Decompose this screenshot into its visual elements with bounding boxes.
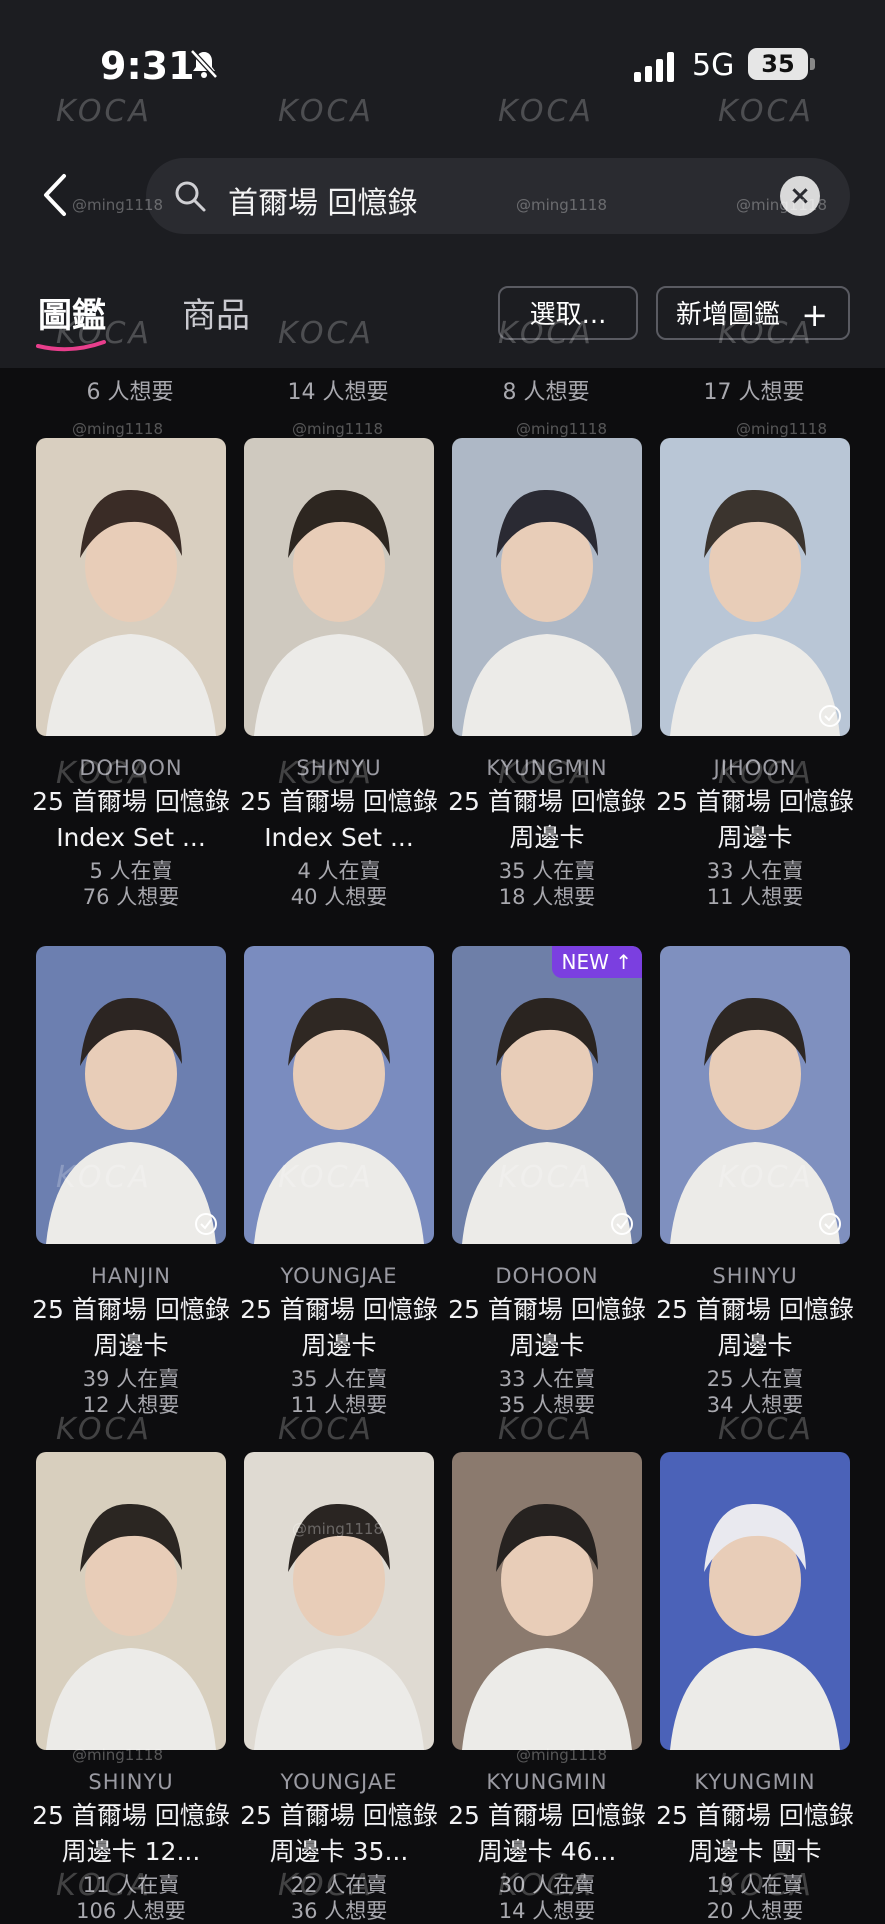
card-title: 25 首爾場 回憶錄 周邊卡 團卡 (656, 1801, 854, 1866)
owned-check-icon (611, 1213, 633, 1235)
card-title: 25 首爾場 回憶錄 周邊卡 (240, 1295, 438, 1360)
battery-indicator: 35 (748, 48, 808, 80)
photocard-image[interactable] (452, 438, 642, 736)
card-member-name: KYUNGMIN (694, 1770, 816, 1794)
card-want-count: 36 人想要 (290, 1899, 388, 1923)
photocard-image[interactable] (660, 438, 850, 736)
peek-want-count: 14 人想要 (287, 380, 389, 405)
photocard-image[interactable] (660, 946, 850, 1244)
card-want-count: 76 人想要 (82, 885, 180, 909)
card-selling-count: 35 人在賣 (290, 1367, 388, 1391)
card-want-count: 35 人想要 (498, 1393, 596, 1417)
card-member-name: YOUNGJAE (280, 1264, 398, 1288)
card-selling-count: 5 人在賣 (89, 859, 173, 883)
photocard-image[interactable] (36, 438, 226, 736)
owned-check-icon (819, 705, 841, 727)
card-selling-count: 11 人在賣 (82, 1873, 180, 1897)
search-icon (175, 181, 206, 212)
card-want-count: 11 人想要 (706, 885, 804, 909)
card-title: 25 首爾場 回憶錄 周邊卡 35... (240, 1801, 438, 1866)
tab-collection[interactable]: 圖鑑 (38, 288, 106, 337)
card-want-count: 106 人想要 (76, 1899, 186, 1923)
card-selling-count: 22 人在賣 (290, 1873, 388, 1897)
peek-want-count: 6 人想要 (86, 380, 174, 405)
select-button[interactable]: 選取... (498, 286, 638, 340)
back-chevron-icon[interactable] (36, 170, 76, 220)
clear-search-icon[interactable]: × (780, 176, 820, 216)
card-selling-count: 25 人在賣 (706, 1367, 804, 1391)
card-title: 25 首爾場 回憶錄 周邊卡 (448, 787, 646, 852)
plus-icon: + (801, 296, 828, 334)
card-selling-count: 30 人在賣 (498, 1873, 596, 1897)
status-bar: 9:31 5G 35 (0, 0, 885, 120)
photocard-image[interactable] (244, 438, 434, 736)
card-selling-count: 33 人在賣 (498, 1367, 596, 1391)
handle-watermark: @ming1118 (292, 420, 383, 438)
card-title: 25 首爾場 回憶錄 周邊卡 (448, 1295, 646, 1360)
card-want-count: 18 人想要 (498, 885, 596, 909)
owned-check-icon (195, 1213, 217, 1235)
card-member-name: SHINYU (88, 1770, 174, 1794)
card-title: 25 首爾場 回憶錄 周邊卡 12... (32, 1801, 230, 1866)
card-member-name: HANJIN (91, 1264, 171, 1288)
new-badge: NEW ↑ (551, 946, 642, 978)
owned-check-icon (819, 1213, 841, 1235)
card-title: 25 首爾場 回憶錄 Index Set ... (32, 787, 230, 852)
card-selling-count: 39 人在賣 (82, 1367, 180, 1391)
add-collection-label: 新增圖鑑 (676, 300, 781, 330)
search-bar[interactable]: 首爾場 回憶錄 × (146, 158, 850, 234)
card-selling-count: 4 人在賣 (297, 859, 381, 883)
card-member-name: YOUNGJAE (280, 1770, 398, 1794)
card-title: 25 首爾場 回憶錄 周邊卡 (656, 1295, 854, 1360)
status-time: 9:31 (100, 44, 195, 88)
peek-want-count: 8 人想要 (502, 380, 590, 405)
photocard-image[interactable] (36, 1452, 226, 1750)
card-member-name: KYUNGMIN (486, 756, 608, 780)
card-selling-count: 35 人在賣 (498, 859, 596, 883)
card-want-count: 34 人想要 (706, 1393, 804, 1417)
card-want-count: 12 人想要 (82, 1393, 180, 1417)
card-title: 25 首爾場 回憶錄 周邊卡 (32, 1295, 230, 1360)
card-member-name: SHINYU (712, 1264, 798, 1288)
card-member-name: DOHOON (495, 1264, 599, 1288)
photocard-image[interactable] (244, 946, 434, 1244)
card-want-count: 20 人想要 (706, 1899, 804, 1923)
card-member-name: DOHOON (79, 756, 183, 780)
card-want-count: 40 人想要 (290, 885, 388, 909)
card-selling-count: 33 人在賣 (706, 859, 804, 883)
card-want-count: 11 人想要 (290, 1393, 388, 1417)
handle-watermark: @ming1118 (736, 420, 827, 438)
card-member-name: KYUNGMIN (486, 1770, 608, 1794)
bell-muted-icon (190, 49, 218, 79)
handle-watermark: @ming1118 (72, 420, 163, 438)
card-selling-count: 19 人在賣 (706, 1873, 804, 1897)
card-member-name: JIHOON (713, 756, 797, 780)
battery-tip (810, 58, 815, 70)
add-collection-button[interactable]: 新增圖鑑 + (656, 286, 850, 340)
photocard-image[interactable] (244, 1452, 434, 1750)
header: 9:31 5G 35 首爾場 回憶錄 × 圖鑑 商品 選取... 新增圖鑑 + (0, 0, 885, 368)
photocard-image[interactable] (452, 1452, 642, 1750)
card-member-name: SHINYU (296, 756, 382, 780)
card-want-count: 14 人想要 (498, 1899, 596, 1923)
card-title: 25 首爾場 回憶錄 周邊卡 46... (448, 1801, 646, 1866)
network-type: 5G (692, 48, 735, 83)
handle-watermark: @ming1118 (516, 420, 607, 438)
tab-products[interactable]: 商品 (182, 288, 250, 337)
card-title: 25 首爾場 回憶錄 周邊卡 (656, 787, 854, 852)
photocard-image[interactable] (36, 946, 226, 1244)
photocard-image[interactable]: NEW ↑ (452, 946, 642, 1244)
card-title: 25 首爾場 回憶錄 Index Set ... (240, 787, 438, 852)
peek-want-count: 17 人想要 (703, 380, 805, 405)
tab-active-underline (36, 340, 106, 352)
photocard-image[interactable] (660, 1452, 850, 1750)
signal-icon (634, 52, 674, 82)
search-input[interactable]: 首爾場 回憶錄 (228, 178, 418, 222)
